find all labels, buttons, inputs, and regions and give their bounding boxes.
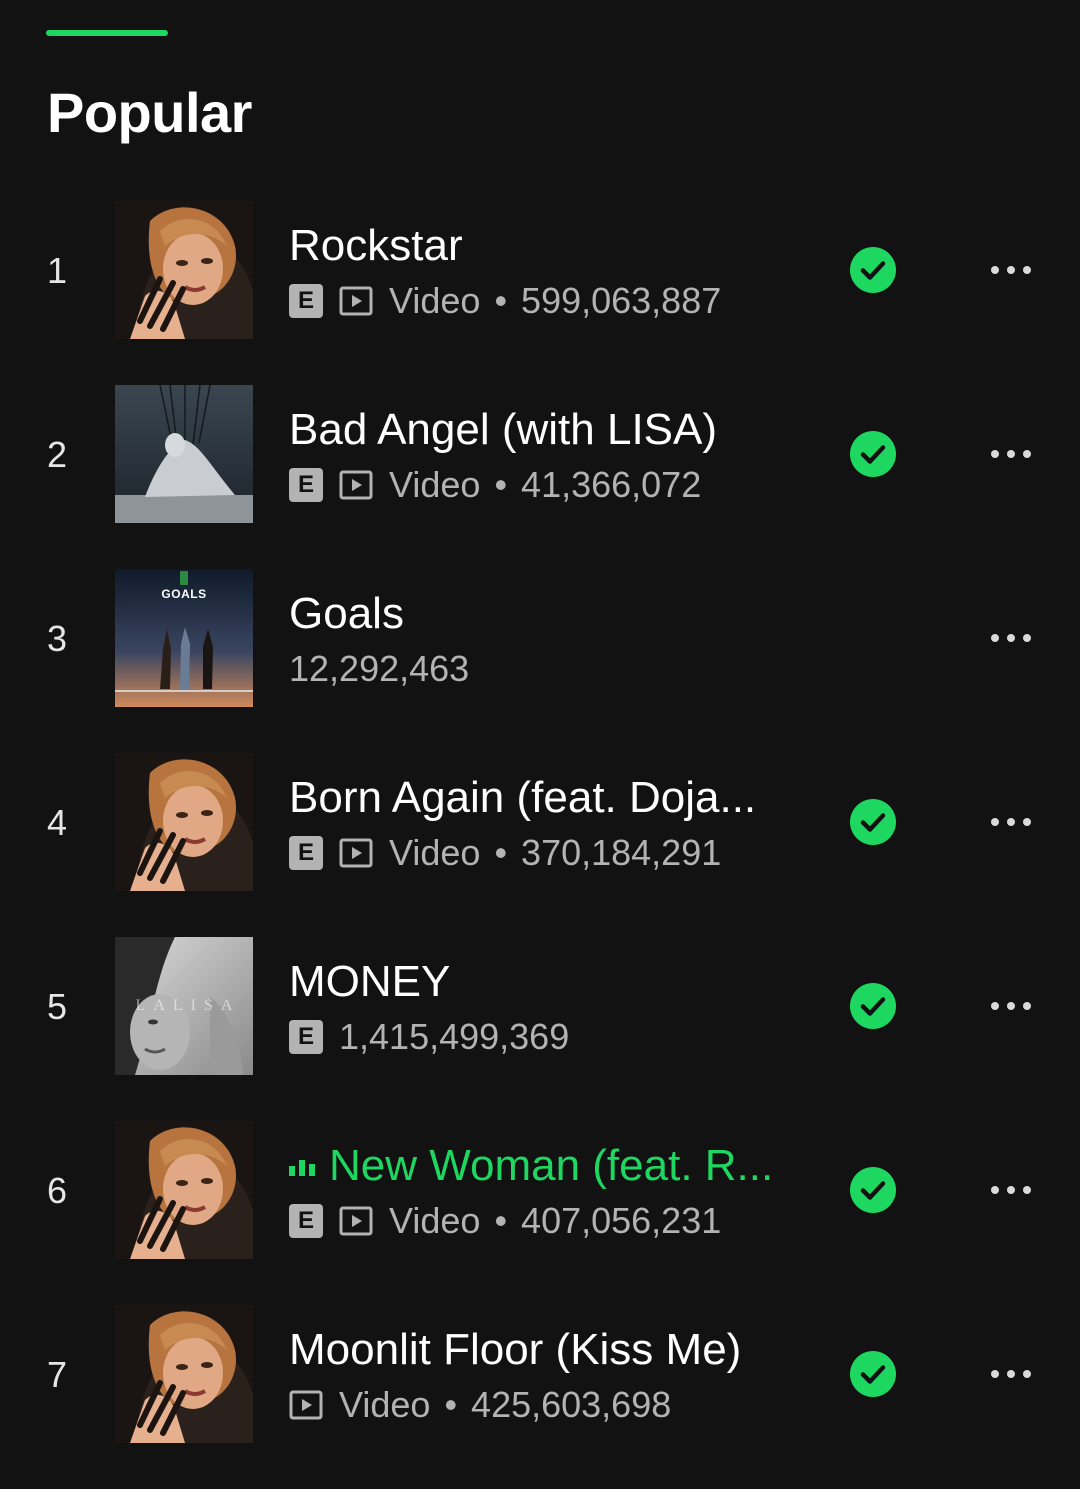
cover-text: LALISA: [135, 997, 241, 1014]
play-count: 425,603,698: [471, 1384, 672, 1425]
track-title: MONEY: [289, 957, 451, 1006]
track-title-row: Rockstar: [289, 219, 809, 273]
check-circle-icon[interactable]: [850, 983, 896, 1029]
track-info[interactable]: New Woman (feat. R... E Video • 407,056,231: [289, 1139, 809, 1245]
track-meta: E Video • 370,184,291: [289, 829, 809, 877]
section-title: Popular: [47, 81, 252, 144]
cover-text: GOALS: [161, 587, 207, 601]
track-row[interactable]: 1 Rockstar E Video • 599,063,887: [0, 201, 1080, 385]
now-playing-equalizer-icon: [289, 1156, 315, 1176]
album-cover: [115, 753, 253, 891]
track-meta: 12,292,463: [289, 645, 809, 693]
track-row[interactable]: 2 Bad Angel (with LISA) E Video • 41,366,072: [0, 385, 1080, 569]
track-row[interactable]: 6 New Woman (feat. R... E Video • 407,056,23…: [0, 1121, 1080, 1305]
more-options-icon[interactable]: [980, 1350, 1042, 1398]
track-title: Born Again (feat. Doja...: [289, 773, 757, 822]
track-row[interactable]: 4 Born Again (feat. Doja... E Video • 370,18…: [0, 753, 1080, 937]
explicit-badge-icon: E: [289, 1204, 323, 1238]
explicit-badge-icon: E: [289, 468, 323, 502]
track-row[interactable]: 5 LALISA MONEY E 1,415,499,369: [0, 937, 1080, 1121]
video-play-icon: [289, 1390, 323, 1420]
track-title-row: Goals: [289, 587, 809, 641]
track-rank: 2: [46, 434, 68, 475]
video-play-icon: [339, 470, 373, 500]
check-circle-icon[interactable]: [850, 1351, 896, 1397]
play-count: 407,056,231: [521, 1200, 722, 1241]
play-count: 12,292,463: [289, 648, 470, 689]
track-title-row: Moonlit Floor (Kiss Me): [289, 1323, 809, 1377]
tab-active-indicator: [46, 30, 168, 36]
popular-track-list: 1 Rockstar E Video • 599,063,887 2 Bad Angel …: [0, 201, 1080, 1489]
video-label: Video: [389, 464, 481, 505]
track-meta: Video • 425,603,698: [289, 1381, 809, 1429]
track-row[interactable]: 7 Moonlit Floor (Kiss Me) Video • 425,603,6…: [0, 1305, 1080, 1489]
track-title-row: MONEY: [289, 955, 809, 1009]
video-label: Video: [389, 832, 481, 873]
more-options-icon[interactable]: [980, 246, 1042, 294]
meta-separator: •: [494, 1200, 508, 1241]
track-title-row: Born Again (feat. Doja...: [289, 771, 809, 825]
track-row[interactable]: 3 GOALS Goals 12,292,463: [0, 569, 1080, 753]
check-circle-icon[interactable]: [850, 799, 896, 845]
track-info[interactable]: Born Again (feat. Doja... E Video • 370,184,…: [289, 771, 809, 877]
explicit-badge-icon: E: [289, 836, 323, 870]
more-options-icon[interactable]: [980, 1166, 1042, 1214]
more-options-icon[interactable]: [980, 430, 1042, 478]
track-title: New Woman (feat. R...: [329, 1141, 774, 1190]
more-options-icon[interactable]: [980, 982, 1042, 1030]
track-info[interactable]: Moonlit Floor (Kiss Me) Video • 425,603,698: [289, 1323, 809, 1429]
video-label: Video: [339, 1384, 431, 1425]
album-cover: [115, 1305, 253, 1443]
track-title: Rockstar: [289, 221, 463, 270]
album-cover: [115, 1121, 253, 1259]
track-rank: 4: [46, 802, 68, 843]
video-label: Video: [389, 280, 481, 321]
play-count: 599,063,887: [521, 280, 722, 321]
meta-separator: •: [444, 1384, 458, 1425]
album-cover: [115, 385, 253, 523]
video-play-icon: [339, 1206, 373, 1236]
album-cover: LALISA: [115, 937, 253, 1075]
meta-separator: •: [494, 280, 508, 321]
track-rank: 3: [46, 618, 68, 659]
more-options-icon[interactable]: [980, 798, 1042, 846]
track-title-row: Bad Angel (with LISA): [289, 403, 809, 457]
explicit-badge-icon: E: [289, 284, 323, 318]
check-circle-icon[interactable]: [850, 1167, 896, 1213]
track-info[interactable]: MONEY E 1,415,499,369: [289, 955, 809, 1061]
play-count: 370,184,291: [521, 832, 722, 873]
meta-separator: •: [494, 832, 508, 873]
track-title: Bad Angel (with LISA): [289, 405, 718, 454]
explicit-badge-icon: E: [289, 1020, 323, 1054]
play-count: 41,366,072: [521, 464, 702, 505]
album-cover: GOALS: [115, 569, 253, 707]
video-label: Video: [389, 1200, 481, 1241]
more-options-icon[interactable]: [980, 614, 1042, 662]
track-meta: E Video • 407,056,231: [289, 1197, 809, 1245]
video-play-icon: [339, 838, 373, 868]
track-meta: E 1,415,499,369: [289, 1013, 809, 1061]
track-rank: 7: [46, 1354, 68, 1395]
check-circle-icon[interactable]: [850, 431, 896, 477]
track-rank: 5: [46, 986, 68, 1027]
track-rank: 1: [46, 250, 68, 291]
check-circle-icon[interactable]: [850, 247, 896, 293]
track-rank: 6: [46, 1170, 68, 1211]
meta-separator: •: [494, 464, 508, 505]
track-title: Moonlit Floor (Kiss Me): [289, 1325, 742, 1374]
track-meta: E Video • 41,366,072: [289, 461, 809, 509]
track-title: Goals: [289, 589, 404, 638]
track-info[interactable]: Rockstar E Video • 599,063,887: [289, 219, 809, 325]
track-title-row: New Woman (feat. R...: [289, 1139, 809, 1193]
track-info[interactable]: Bad Angel (with LISA) E Video • 41,366,072: [289, 403, 809, 509]
play-count: 1,415,499,369: [339, 1016, 570, 1057]
track-meta: E Video • 599,063,887: [289, 277, 809, 325]
track-info[interactable]: Goals 12,292,463: [289, 587, 809, 693]
album-cover: [115, 201, 253, 339]
video-play-icon: [339, 286, 373, 316]
